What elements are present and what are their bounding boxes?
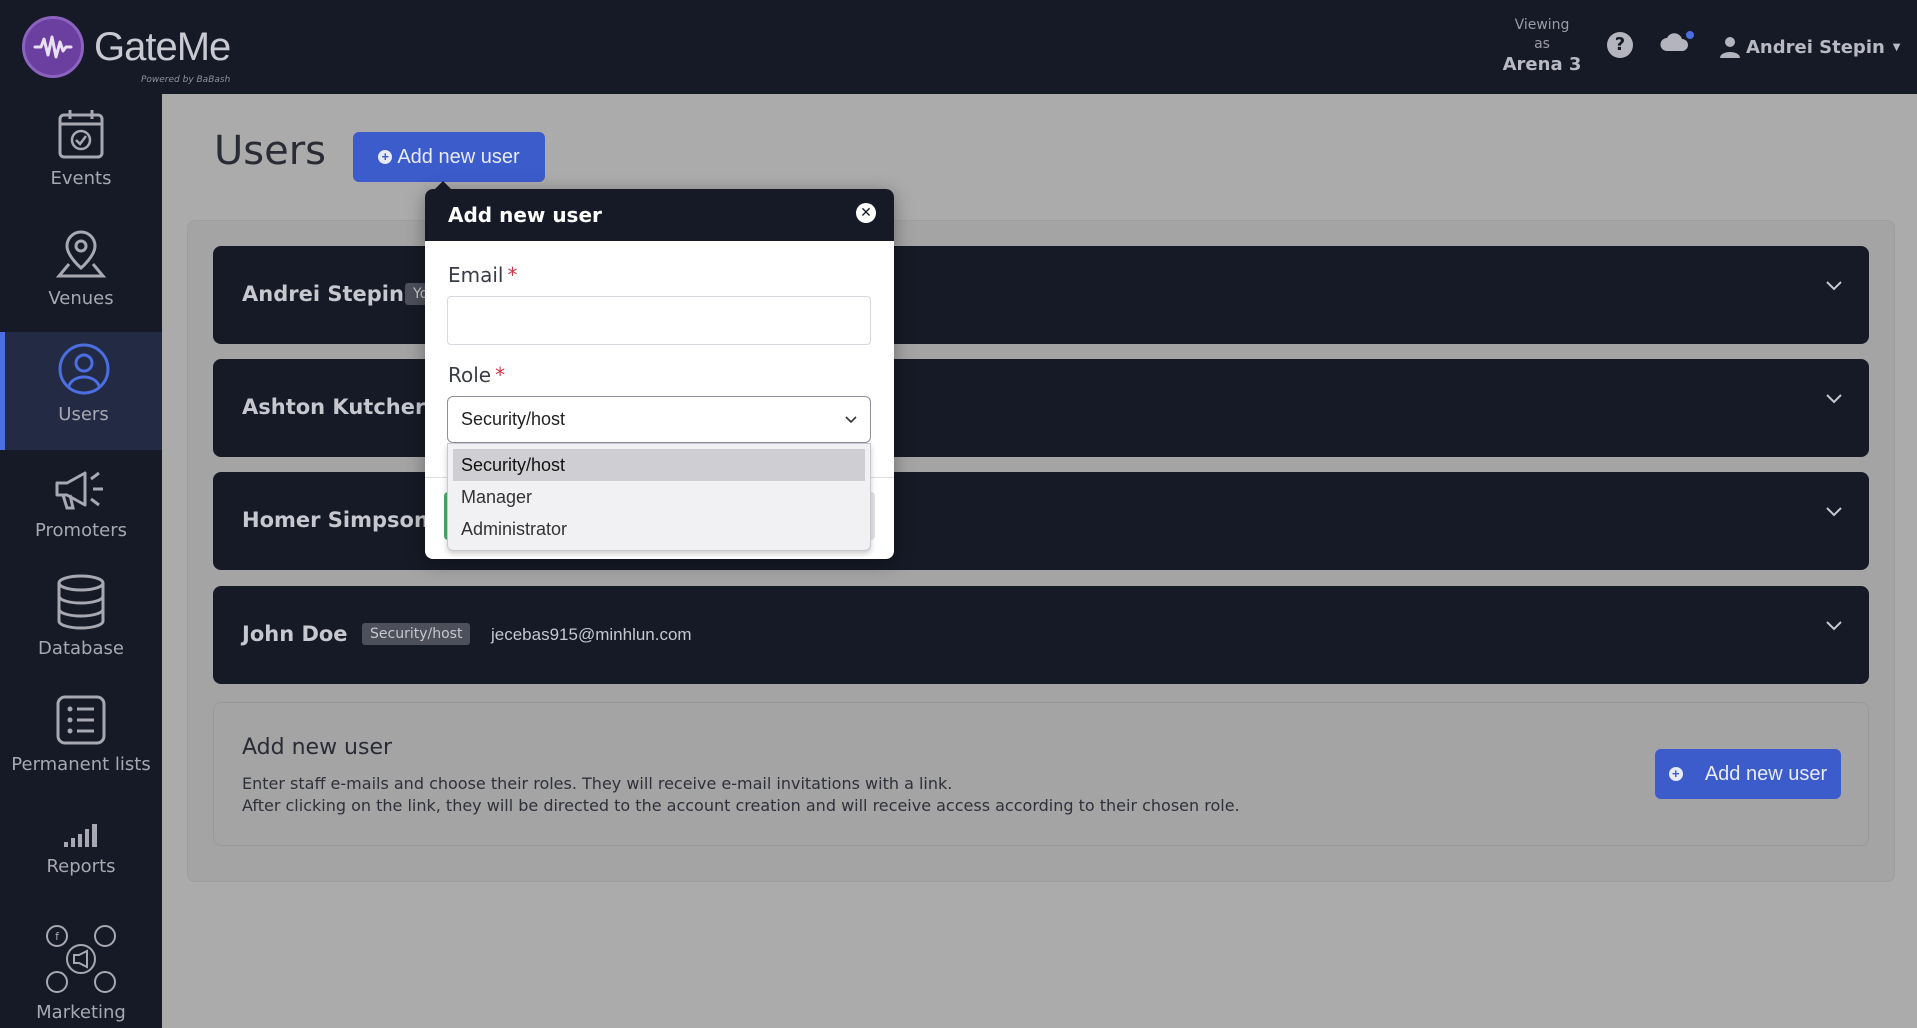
map-pin-icon (0, 228, 162, 280)
logo[interactable]: GateMe Powered by BaBash (22, 16, 231, 85)
role-option-security-host[interactable]: Security/host (453, 449, 865, 481)
role-option-manager[interactable]: Manager (453, 481, 865, 513)
add-user-card: Add new user Enter staff e-mails and cho… (213, 702, 1869, 846)
current-venue: Arena 3 (1502, 54, 1582, 75)
signal-bars-icon (0, 822, 162, 848)
sidebar-item-database[interactable]: Database (0, 574, 162, 684)
user-circle-icon (5, 342, 162, 396)
role-select[interactable]: Security/host (447, 396, 871, 443)
role-label-text: Role (448, 363, 492, 387)
sidebar-item-venues[interactable]: Venues (0, 228, 162, 328)
description-line: After clicking on the link, they will be… (242, 796, 1240, 815)
email-field[interactable] (447, 296, 871, 345)
sidebar-item-users[interactable]: Users (0, 332, 162, 450)
user-icon (1720, 37, 1740, 58)
sidebar-item-promoters[interactable]: Promoters (0, 468, 162, 568)
social-icon: f (0, 924, 162, 994)
role-badge: Security/host (362, 623, 471, 645)
user-menu[interactable]: Andrei Stepin ▼ (1720, 36, 1901, 58)
user-name: Andrei Stepin (1746, 36, 1885, 58)
megaphone-icon (0, 468, 162, 512)
chevron-down-icon (845, 415, 857, 423)
help-icon[interactable]: ? (1607, 32, 1633, 58)
sidebar-item-label: Permanent lists (11, 754, 151, 775)
logo-subtitle: Powered by BaBash (140, 75, 231, 85)
popover-title: Add new user (448, 203, 602, 227)
add-new-user-card-button[interactable]: + Add new user (1655, 749, 1841, 799)
sidebar-item-label: Marketing (36, 1002, 126, 1023)
chevron-down-icon[interactable] (1825, 620, 1843, 632)
plus-circle-icon: + (1668, 767, 1683, 781)
list-icon (0, 694, 162, 746)
caret-down-icon: ▼ (1892, 41, 1901, 53)
add-new-user-label: Add new user (1704, 762, 1828, 785)
role-option-administrator[interactable]: Administrator (453, 513, 865, 545)
database-icon (0, 574, 162, 630)
required-mark: * (495, 363, 506, 387)
notification-dot (1684, 29, 1696, 41)
sidebar-item-marketing[interactable]: f Marketing (0, 924, 162, 1028)
add-user-card-description: Enter staff e-mails and choose their rol… (242, 773, 1240, 817)
logo-name: GateMe (94, 25, 231, 69)
sidebar-item-label: Events (50, 168, 112, 189)
sidebar-item-events[interactable]: Events (0, 108, 162, 208)
user-name: Andrei Stepin (242, 282, 404, 306)
email-label-text: Email (448, 263, 504, 287)
sidebar-item-label: Venues (48, 288, 114, 309)
chevron-down-icon[interactable] (1825, 506, 1843, 518)
chevron-down-icon[interactable] (1825, 393, 1843, 405)
calendar-check-icon (0, 108, 162, 160)
sidebar: Events Venues Users Promoters Database P… (0, 94, 162, 1028)
sidebar-item-label: Database (38, 638, 124, 659)
viewing-label: Viewing (1514, 17, 1570, 33)
user-name: John Doe (242, 622, 348, 646)
page-title: Users (214, 128, 327, 174)
role-dropdown: Security/host Manager Administrator (447, 443, 871, 551)
user-name: Ashton Kutcher (242, 395, 426, 419)
email-label: Email * (448, 263, 518, 287)
waveform-logo-icon (22, 16, 84, 78)
role-selected-value: Security/host (461, 409, 566, 429)
sidebar-item-permanent-lists[interactable]: Permanent lists (0, 694, 162, 804)
viewing-as[interactable]: Viewing as Arena 3 (1490, 16, 1594, 76)
add-new-user-button[interactable]: + Add new user (353, 132, 545, 182)
add-new-user-label: Add new user (397, 145, 520, 168)
chevron-down-icon[interactable] (1825, 280, 1843, 292)
role-label: Role * (448, 363, 505, 387)
sidebar-item-label: Promoters (34, 520, 127, 541)
user-name: Homer Simpson (242, 508, 429, 532)
viewing-as-label: as (1534, 36, 1550, 52)
top-bar: GateMe Powered by BaBash Viewing as Aren… (0, 0, 1917, 94)
user-row[interactable]: John Doe Security/host jecebas915@minhlu… (213, 586, 1869, 684)
user-email: jecebas915@minhlun.com (491, 625, 692, 644)
plus-circle-icon: + (378, 150, 393, 164)
add-user-popover: Add new user ✕ Email * Role * Security/hos… (425, 189, 894, 559)
sidebar-item-label: Reports (46, 856, 116, 877)
close-icon[interactable]: ✕ (856, 203, 876, 223)
sidebar-item-reports[interactable]: Reports (0, 822, 162, 912)
add-user-card-title: Add new user (242, 735, 393, 760)
required-mark: * (507, 263, 518, 287)
svg-text:f: f (55, 930, 60, 943)
popover-header: Add new user ✕ (425, 189, 894, 241)
sidebar-item-label: Users (58, 404, 109, 425)
description-line: Enter staff e-mails and choose their rol… (242, 774, 953, 793)
